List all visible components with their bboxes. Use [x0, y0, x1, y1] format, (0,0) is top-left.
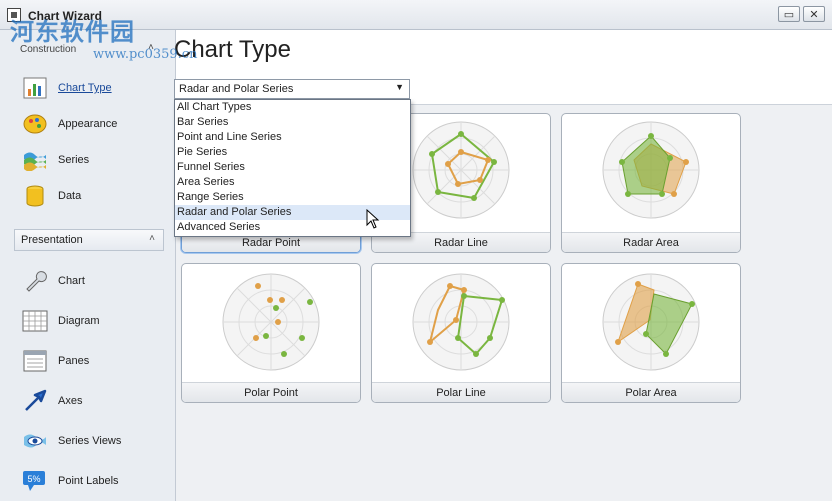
- gallery-item-label: Polar Line: [372, 382, 550, 402]
- polar-point-thumbnail: [222, 273, 320, 371]
- dropdown-option[interactable]: Pie Series: [175, 145, 410, 160]
- svg-text:5%: 5%: [27, 474, 40, 484]
- gallery-item-label: Polar Area: [562, 382, 740, 402]
- sidebar-item-label: Series Views: [58, 435, 122, 447]
- sidebar-item-label: Point Labels: [58, 475, 119, 487]
- sidebar-item-axes[interactable]: Axes: [22, 388, 82, 414]
- axes-arrow-icon: [22, 389, 48, 413]
- construction-header[interactable]: Construction ˄: [20, 42, 154, 55]
- sidebar-item-label: Diagram: [58, 315, 100, 327]
- sidebar-item-point-labels[interactable]: 5% Point Labels: [22, 468, 119, 494]
- dropdown-option[interactable]: Funnel Series: [175, 160, 410, 175]
- sidebar-item-appearance[interactable]: Appearance: [22, 111, 117, 137]
- bar-chart-icon: [22, 76, 48, 100]
- page-title: Chart Type: [174, 36, 291, 63]
- sidebar-item-label: Panes: [58, 355, 90, 367]
- radar-area-thumbnail: [602, 121, 700, 219]
- window-title: Chart Wizard: [28, 9, 102, 23]
- dropdown-option[interactable]: All Chart Types: [175, 100, 410, 115]
- polar-line-thumbnail: [412, 273, 510, 371]
- sidebar: Construction ˄ Chart Type Appearance Ser…: [0, 30, 176, 501]
- sidebar-item-label: Axes: [58, 395, 83, 407]
- dropdown-option[interactable]: Point and Line Series: [175, 130, 410, 145]
- gallery-item-polar-line[interactable]: Polar Line: [371, 263, 551, 403]
- database-icon: [22, 184, 48, 208]
- series-icon: [22, 148, 48, 172]
- sidebar-item-label: Appearance: [58, 118, 118, 130]
- grid-icon: [22, 309, 48, 333]
- sidebar-item-chart-type[interactable]: Chart Type: [22, 75, 112, 101]
- percent-label-icon: 5%: [22, 469, 48, 493]
- sidebar-item-label: Chart Type: [58, 82, 112, 94]
- gallery-item-polar-area[interactable]: Polar Area: [561, 263, 741, 403]
- maximize-button[interactable]: ▭: [778, 6, 800, 22]
- app-icon: [7, 8, 21, 22]
- chevron-up-icon: ˄: [149, 233, 155, 244]
- sidebar-item-panes[interactable]: Panes: [22, 348, 89, 374]
- dropdown-option[interactable]: Range Series: [175, 190, 410, 205]
- gallery-item-polar-point[interactable]: Polar Point: [181, 263, 361, 403]
- palette-icon: [22, 112, 48, 136]
- close-button[interactable]: ✕: [803, 6, 825, 22]
- wrench-icon: [22, 269, 48, 293]
- dropdown-option[interactable]: Area Series: [175, 175, 410, 190]
- sidebar-item-series[interactable]: Series: [22, 147, 89, 173]
- sidebar-item-label: Series: [58, 154, 90, 166]
- sidebar-item-label: Chart: [58, 275, 85, 287]
- mouse-cursor-icon: [366, 209, 380, 229]
- dropdown-option[interactable]: Bar Series: [175, 115, 410, 130]
- chevron-up-icon: ˄: [148, 42, 154, 53]
- sidebar-item-label: Data: [58, 190, 82, 202]
- gallery-item-label: Radar Area: [562, 232, 740, 252]
- sidebar-item-data[interactable]: Data: [22, 183, 81, 209]
- dropdown-arrow-icon[interactable]: ▼: [395, 82, 404, 92]
- gallery-item-radar-area[interactable]: Radar Area: [561, 113, 741, 253]
- chart-type-combo[interactable]: Radar and Polar Series ▼: [174, 79, 410, 99]
- eye-icon: [22, 429, 48, 453]
- polar-area-thumbnail: [602, 273, 700, 371]
- combo-value: Radar and Polar Series: [179, 83, 294, 95]
- sidebar-item-series-views[interactable]: Series Views: [22, 428, 121, 454]
- gallery-item-label: Polar Point: [182, 382, 360, 402]
- sidebar-item-chart[interactable]: Chart: [22, 268, 85, 294]
- panes-icon: [22, 349, 48, 373]
- sidebar-item-diagram[interactable]: Diagram: [22, 308, 100, 334]
- title-bar: Chart Wizard ▭ ✕: [0, 0, 832, 30]
- presentation-header[interactable]: Presentation ˄: [14, 229, 164, 251]
